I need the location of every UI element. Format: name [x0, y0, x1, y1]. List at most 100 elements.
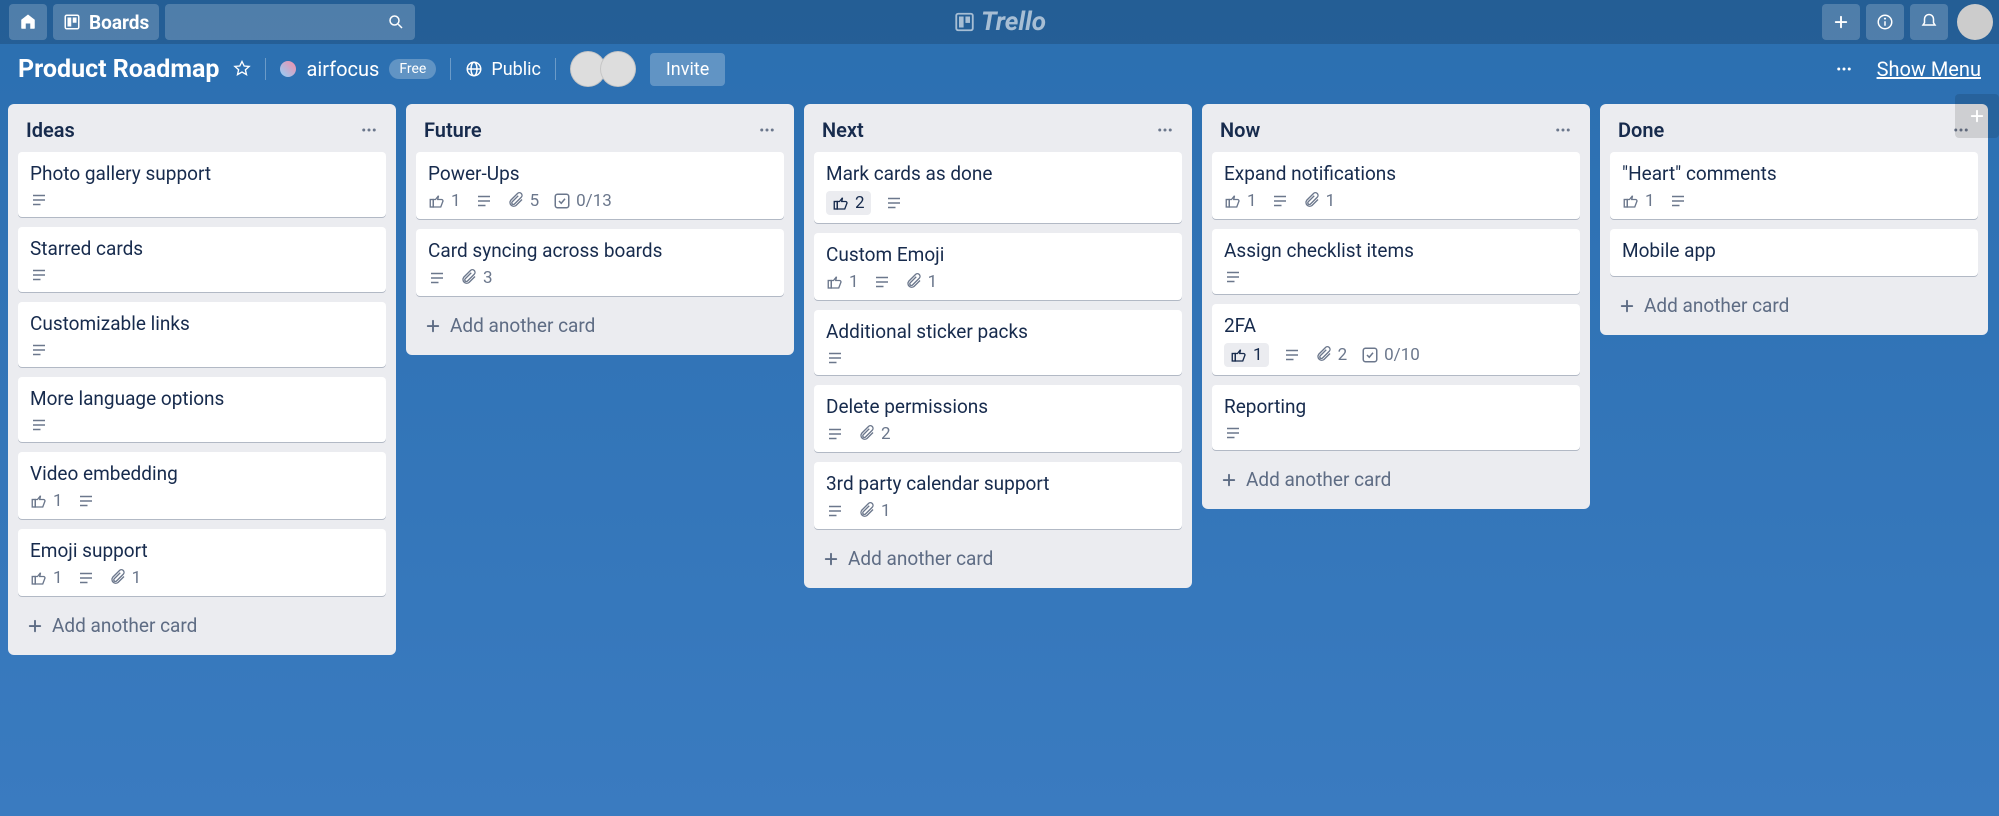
- add-card-button[interactable]: Add another card: [814, 539, 1182, 578]
- card[interactable]: Emoji support11: [18, 529, 386, 596]
- plus-icon: [26, 617, 44, 635]
- add-list-button[interactable]: [1955, 94, 1999, 138]
- description-icon: [475, 192, 493, 210]
- card[interactable]: Assign checklist items: [1212, 229, 1580, 294]
- add-card-button[interactable]: Add another card: [18, 606, 386, 645]
- card[interactable]: Mark cards as done2: [814, 152, 1182, 223]
- attachment-icon: [1303, 192, 1321, 210]
- search-icon: [387, 13, 405, 31]
- card-title: 3rd party calendar support: [826, 472, 1170, 495]
- member-avatar[interactable]: [600, 51, 636, 87]
- dots-icon: [1156, 121, 1174, 139]
- star-button[interactable]: [233, 60, 251, 78]
- card[interactable]: Additional sticker packs: [814, 310, 1182, 375]
- card-title: Starred cards: [30, 237, 374, 260]
- plus-icon: [1618, 297, 1636, 315]
- plus-icon: [1968, 107, 1986, 125]
- card[interactable]: Card syncing across boards3: [416, 229, 784, 296]
- list-title[interactable]: Future: [424, 118, 482, 142]
- card-badges: 120/10: [1224, 343, 1568, 367]
- add-card-button[interactable]: Add another card: [1212, 460, 1580, 499]
- card-title: Delete permissions: [826, 395, 1170, 418]
- list: Now Expand notifications11 Assign checklis…: [1202, 104, 1590, 509]
- card-title: Reporting: [1224, 395, 1568, 418]
- card[interactable]: Mobile app: [1610, 229, 1978, 276]
- card[interactable]: Starred cards: [18, 227, 386, 292]
- badge-desc: [30, 416, 48, 434]
- card-title: 2FA: [1224, 314, 1568, 337]
- card-badges: 1: [1622, 191, 1966, 211]
- list-menu-button[interactable]: [1156, 121, 1174, 139]
- card-title: Emoji support: [30, 539, 374, 562]
- badge-vote: 1: [826, 272, 859, 292]
- user-avatar[interactable]: [1957, 4, 1993, 40]
- badge-attach: 1: [905, 272, 938, 292]
- card[interactable]: Photo gallery support: [18, 152, 386, 217]
- attachment-icon: [460, 269, 478, 287]
- visibility-button[interactable]: Public: [465, 59, 541, 80]
- search-input[interactable]: [175, 15, 387, 30]
- show-menu-link[interactable]: Show Menu: [1877, 57, 1981, 81]
- add-card-button[interactable]: Add another card: [1610, 286, 1978, 325]
- card[interactable]: "Heart" comments1: [1610, 152, 1978, 219]
- plus-icon: [1220, 471, 1238, 489]
- badge-desc: [1224, 268, 1242, 286]
- list-menu-button[interactable]: [1554, 121, 1572, 139]
- list-menu-button[interactable]: [758, 121, 776, 139]
- list-title[interactable]: Now: [1220, 118, 1260, 142]
- list-title[interactable]: Next: [822, 118, 864, 142]
- badge-vote: 1: [30, 568, 63, 588]
- card-title: More language options: [30, 387, 374, 410]
- card-badges: [30, 266, 374, 284]
- card[interactable]: Expand notifications11: [1212, 152, 1580, 219]
- team-badge[interactable]: airfocus Free: [280, 57, 436, 81]
- card[interactable]: Reporting: [1212, 385, 1580, 450]
- card[interactable]: Delete permissions2: [814, 385, 1182, 452]
- badge-desc: [1224, 424, 1242, 442]
- badge-desc: [873, 273, 891, 291]
- home-button[interactable]: [9, 4, 47, 40]
- card[interactable]: Video embedding1: [18, 452, 386, 519]
- badge-attach: 2: [1315, 345, 1348, 365]
- list-title[interactable]: Ideas: [26, 118, 75, 142]
- badge-attach: 3: [460, 268, 493, 288]
- board-members[interactable]: [570, 51, 636, 87]
- notifications-button[interactable]: [1910, 4, 1948, 40]
- badge-desc: [30, 266, 48, 284]
- card[interactable]: More language options: [18, 377, 386, 442]
- badge-desc: [885, 194, 903, 212]
- card[interactable]: Customizable links: [18, 302, 386, 367]
- dots-icon: [1554, 121, 1572, 139]
- team-name: airfocus: [306, 57, 379, 81]
- bell-icon: [1920, 13, 1938, 31]
- badge-desc: [1271, 192, 1289, 210]
- card-title: Mobile app: [1622, 239, 1966, 262]
- card-badges: [30, 341, 374, 359]
- card-badges: [826, 349, 1170, 367]
- badge-desc: [1283, 346, 1301, 364]
- badge-vote: 1: [30, 491, 63, 511]
- description-icon: [77, 492, 95, 510]
- card[interactable]: Power-Ups150/13: [416, 152, 784, 219]
- search-wrap[interactable]: [165, 4, 415, 40]
- badge-desc: [77, 569, 95, 587]
- card-title: Additional sticker packs: [826, 320, 1170, 343]
- card[interactable]: 2FA 120/10: [1212, 304, 1580, 375]
- boards-label: Boards: [89, 11, 149, 34]
- create-button[interactable]: [1822, 4, 1860, 40]
- invite-button[interactable]: Invite: [650, 53, 725, 86]
- info-icon: [1876, 13, 1894, 31]
- info-button[interactable]: [1866, 4, 1904, 40]
- list-menu-button[interactable]: [360, 121, 378, 139]
- board-canvas: Ideas Photo gallery support Starred cards C…: [0, 94, 1999, 665]
- thumb-icon: [30, 492, 48, 510]
- boards-button[interactable]: Boards: [53, 4, 159, 40]
- board-title[interactable]: Product Roadmap: [18, 55, 219, 84]
- list-title[interactable]: Done: [1618, 118, 1664, 142]
- add-card-button[interactable]: Add another card: [416, 306, 784, 345]
- card[interactable]: Custom Emoji11: [814, 233, 1182, 300]
- visibility-label: Public: [491, 59, 541, 80]
- list: Future Power-Ups150/13 Card syncing across…: [406, 104, 794, 355]
- trello-logo[interactable]: Trello: [953, 7, 1046, 37]
- card[interactable]: 3rd party calendar support1: [814, 462, 1182, 529]
